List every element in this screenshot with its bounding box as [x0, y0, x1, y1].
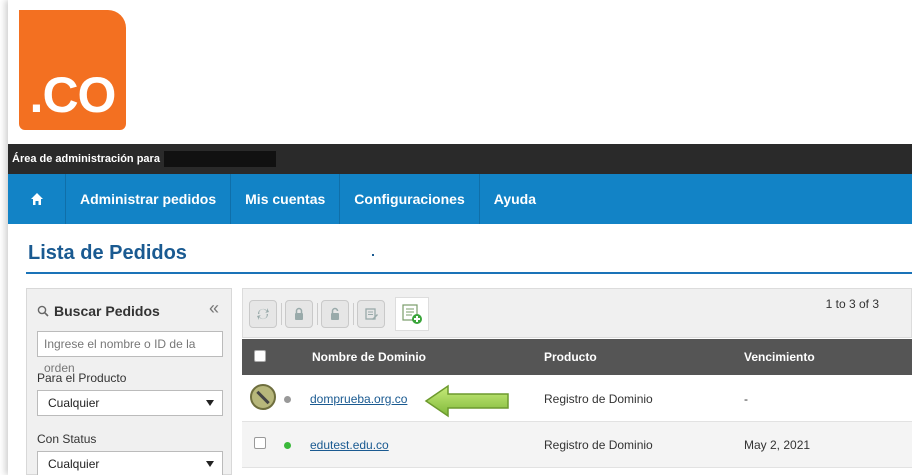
expiry-cell: -	[744, 392, 748, 406]
toolbar-separator	[353, 303, 354, 325]
status-dot-icon	[284, 396, 291, 403]
redacted-account-name	[163, 151, 276, 167]
toolbar-separator	[317, 303, 318, 325]
pagination-label: 1 to 3 of 3	[825, 297, 879, 311]
lock-button[interactable]	[285, 300, 313, 328]
admin-bar: Área de administración para	[8, 144, 912, 174]
sidebar-heading: Buscar Pedidos	[37, 303, 160, 319]
logo-text: .CO	[29, 67, 117, 123]
chevron-down-icon	[206, 461, 214, 467]
title-divider	[26, 272, 912, 274]
ban-icon[interactable]	[250, 384, 276, 410]
chevron-down-icon	[206, 400, 214, 406]
status-dot-icon	[284, 442, 291, 449]
product-filter-value: Cualquier	[48, 396, 100, 410]
admin-bar-label: Área de administración para	[12, 153, 160, 165]
add-list-icon	[402, 304, 422, 324]
domain-link[interactable]: edutest.edu.co	[310, 438, 389, 452]
nav-home[interactable]	[8, 174, 66, 224]
col-product[interactable]: Producto	[544, 350, 597, 364]
search-sidebar: Buscar Pedidos « Ingrese el nombre o ID …	[26, 288, 232, 475]
refresh-icon	[257, 308, 269, 320]
nav-administrar-pedidos[interactable]: Administrar pedidos	[66, 174, 232, 224]
col-expiry[interactable]: Vencimiento	[744, 350, 815, 364]
table-row[interactable]: edutest.edu.co Registro de Dominio May 2…	[242, 422, 912, 468]
expiry-cell: May 2, 2021	[744, 438, 811, 452]
product-filter-label: Para el Producto	[37, 371, 127, 385]
order-search-input[interactable]: Ingrese el nombre o ID de la orden	[37, 331, 223, 375]
col-domain-name[interactable]: Nombre de Dominio	[312, 350, 426, 364]
search-icon	[37, 305, 49, 317]
edit-button[interactable]	[357, 300, 385, 328]
sidebar-heading-label: Buscar Pedidos	[54, 303, 160, 319]
lock-icon	[295, 307, 303, 320]
orders-toolbar: 1 to 3 of 3	[242, 288, 912, 338]
toolbar-separator	[281, 303, 282, 325]
collapse-icon[interactable]: «	[209, 298, 219, 319]
unlock-button[interactable]	[321, 300, 349, 328]
page-title: Lista de Pedidos	[28, 242, 187, 264]
status-filter-select[interactable]: Cualquier	[37, 451, 223, 475]
home-icon	[30, 193, 43, 205]
co-logo[interactable]: .CO	[19, 10, 126, 130]
orders-table-header: Nombre de Dominio Producto Vencimiento	[242, 339, 912, 375]
app-frame: .CO Área de administración para Administ…	[8, 0, 912, 475]
refresh-button[interactable]	[249, 300, 277, 328]
product-cell: Registro de Dominio	[544, 392, 653, 406]
add-order-button[interactable]	[395, 297, 429, 331]
product-filter-select[interactable]: Cualquier	[37, 390, 223, 416]
highlight-arrow-icon	[424, 384, 509, 418]
main-nav: Administrar pedidos Mis cuentas Configur…	[8, 174, 912, 224]
product-cell: Registro de Dominio	[544, 438, 653, 452]
nav-ayuda[interactable]: Ayuda	[480, 174, 550, 224]
nav-configuraciones[interactable]: Configuraciones	[340, 174, 480, 224]
unlock-icon	[331, 307, 339, 320]
row-checkbox[interactable]	[254, 437, 266, 449]
title-dot	[372, 254, 374, 256]
domain-link[interactable]: domprueba.org.co	[310, 392, 407, 406]
edit-icon	[365, 308, 378, 320]
table-row[interactable]: domprueba.org.co Registro de Dominio -	[242, 376, 912, 422]
nav-mis-cuentas[interactable]: Mis cuentas	[231, 174, 341, 224]
select-all-checkbox[interactable]	[254, 350, 266, 362]
status-filter-label: Con Status	[37, 432, 97, 446]
status-filter-value: Cualquier	[48, 457, 100, 471]
